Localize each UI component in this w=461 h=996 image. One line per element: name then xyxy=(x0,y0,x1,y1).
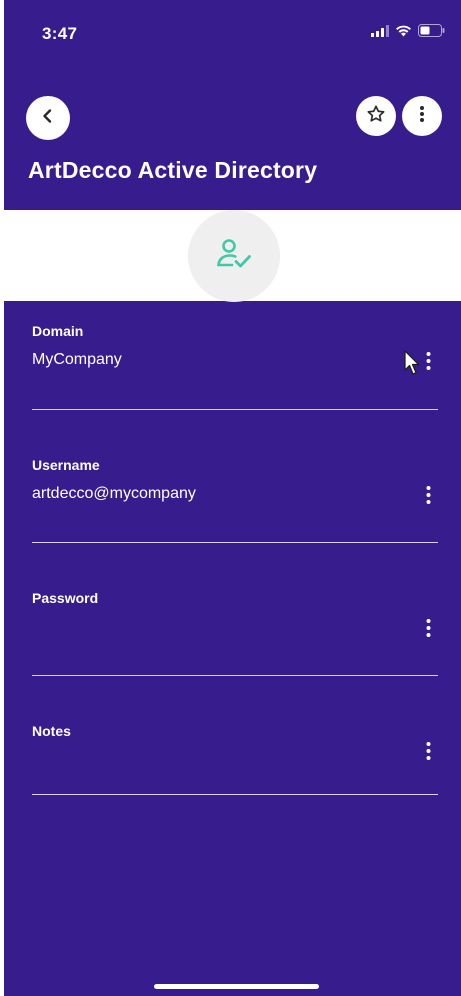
status-icons xyxy=(371,24,445,42)
more-options-button[interactable] xyxy=(402,96,442,136)
username-menu-button[interactable] xyxy=(418,483,438,511)
more-vertical-icon xyxy=(419,105,425,128)
cellular-signal-icon xyxy=(371,24,389,42)
user-check-icon xyxy=(216,238,252,275)
page-title: ArtDecco Active Directory xyxy=(28,157,318,183)
home-indicator[interactable] xyxy=(154,984,319,989)
domain-menu-button[interactable] xyxy=(418,349,438,377)
password-underline xyxy=(32,675,438,676)
status-bar: 3:47 xyxy=(4,0,461,60)
notes-menu-button[interactable] xyxy=(418,739,438,767)
notes-underline xyxy=(32,794,438,795)
status-time: 3:47 xyxy=(42,24,78,43)
record-type-band xyxy=(4,210,461,302)
more-vertical-icon xyxy=(426,485,431,510)
wifi-icon xyxy=(395,24,412,42)
favorite-button[interactable] xyxy=(356,96,396,136)
username-value[interactable]: artdecco@mycompany xyxy=(32,485,196,503)
domain-underline xyxy=(32,409,438,410)
app-screen: 3:47 ArtDecco Active Directory Domain My… xyxy=(4,0,461,996)
password-label: Password xyxy=(32,590,99,606)
username-underline xyxy=(32,542,438,543)
domain-value[interactable]: MyCompany xyxy=(32,351,122,369)
record-type-badge xyxy=(188,210,280,302)
chevron-left-icon xyxy=(40,108,56,129)
password-menu-button[interactable] xyxy=(418,616,438,644)
more-vertical-icon xyxy=(426,741,431,766)
back-button[interactable] xyxy=(26,96,70,140)
battery-icon xyxy=(418,24,445,42)
username-label: Username xyxy=(32,457,100,473)
more-vertical-icon xyxy=(426,351,431,376)
mouse-pointer-icon xyxy=(404,350,420,381)
notes-label: Notes xyxy=(32,723,71,739)
more-vertical-icon xyxy=(426,618,431,643)
domain-label: Domain xyxy=(32,323,84,339)
star-outline-icon xyxy=(366,104,386,129)
header: ArtDecco Active Directory xyxy=(4,60,461,210)
